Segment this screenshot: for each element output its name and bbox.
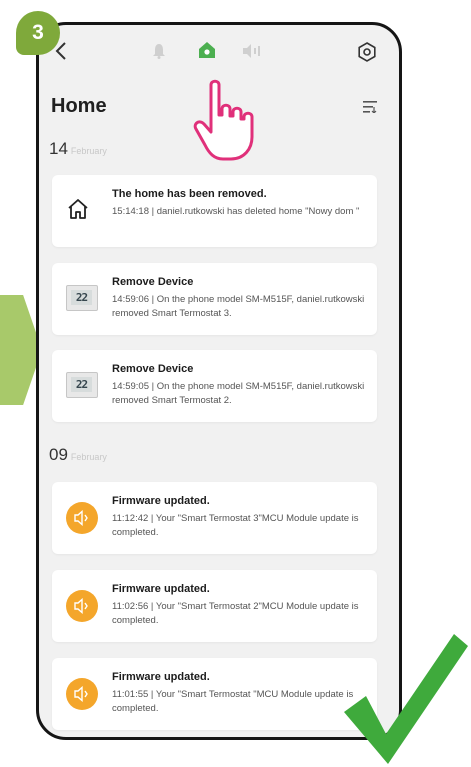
date-month: February <box>70 146 107 156</box>
item-title: Remove Device <box>112 363 194 375</box>
date-day: 09 <box>49 445 68 464</box>
filter-icon[interactable] <box>363 101 377 113</box>
pointing-hand-icon <box>193 79 254 161</box>
firmware-speaker-icon <box>66 678 98 710</box>
item-description: 11:01:55 | Your "Smart Termostat "MCU Mo… <box>112 689 354 714</box>
list-item[interactable]: 22 Remove Device 14:59:06 | On the phone… <box>52 263 377 335</box>
date-header: 14 February <box>49 139 107 159</box>
list-item[interactable]: Firmware updated. 11:12:42 | Your "Smart… <box>52 482 377 554</box>
item-description: 14:59:05 | On the phone model SM-M515F, … <box>112 381 365 406</box>
list-item[interactable]: The home has been removed. 15:14:18 | da… <box>52 175 377 247</box>
item-title: The home has been removed. <box>112 188 267 200</box>
item-title: Remove Device <box>112 276 194 288</box>
item-description: 14:59:06 | On the phone model SM-M515F, … <box>112 294 365 319</box>
item-description: 11:12:42 | Your "Smart Termostat 3"MCU M… <box>112 513 359 538</box>
item-description: 11:02:56 | Your "Smart Termostat 2"MCU M… <box>112 601 359 626</box>
item-title: Firmware updated. <box>112 583 210 595</box>
list-item[interactable]: Firmware updated. 11:02:56 | Your "Smart… <box>52 570 377 642</box>
item-title: Firmware updated. <box>112 495 210 507</box>
item-description: 15:14:18 | daniel.rutkowski has deleted … <box>112 206 360 217</box>
firmware-speaker-icon <box>66 502 98 534</box>
date-month: February <box>70 452 107 462</box>
home-outline-icon <box>68 199 88 219</box>
thermostat-display: 22 <box>71 290 92 305</box>
step-number-badge: 3 <box>16 11 60 55</box>
thermostat-display: 22 <box>71 377 92 392</box>
gear-icon[interactable] <box>357 42 377 62</box>
thermostat-icon: 22 <box>66 372 98 398</box>
date-header: 09 February <box>49 445 107 465</box>
list-item[interactable]: Firmware updated. 11:01:55 | Your "Smart… <box>52 658 377 730</box>
top-bar <box>39 25 399 79</box>
thermostat-icon: 22 <box>66 285 98 311</box>
page-title: Home <box>51 95 107 117</box>
speaker-glyph-icon <box>74 598 88 614</box>
checkmark-icon <box>344 634 468 764</box>
date-day: 14 <box>49 139 68 158</box>
speaker-glyph-icon <box>74 510 88 526</box>
firmware-speaker-icon <box>66 590 98 622</box>
item-title: Firmware updated. <box>112 671 210 683</box>
speaker-glyph-icon <box>74 686 88 702</box>
home-tab-icon[interactable] <box>198 41 216 59</box>
speaker-icon[interactable] <box>241 43 261 59</box>
bell-icon[interactable] <box>152 43 166 59</box>
list-item[interactable]: 22 Remove Device 14:59:05 | On the phone… <box>52 350 377 422</box>
